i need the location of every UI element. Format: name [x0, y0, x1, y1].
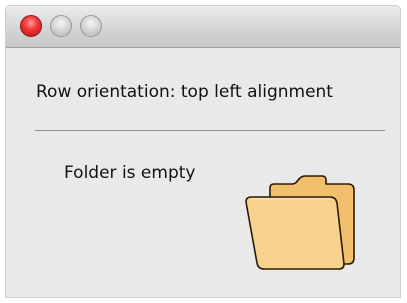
close-button[interactable] — [20, 15, 42, 37]
page-title: Row orientation: top left alignment — [36, 82, 333, 102]
empty-folder-message: Folder is empty — [64, 163, 196, 183]
zoom-button[interactable] — [80, 15, 102, 37]
app-window: Row orientation: top left alignment Fold… — [6, 6, 400, 297]
minimize-button[interactable] — [50, 15, 72, 37]
title-bar[interactable] — [6, 6, 400, 48]
divider — [35, 130, 385, 131]
folder-icon — [245, 175, 355, 270]
